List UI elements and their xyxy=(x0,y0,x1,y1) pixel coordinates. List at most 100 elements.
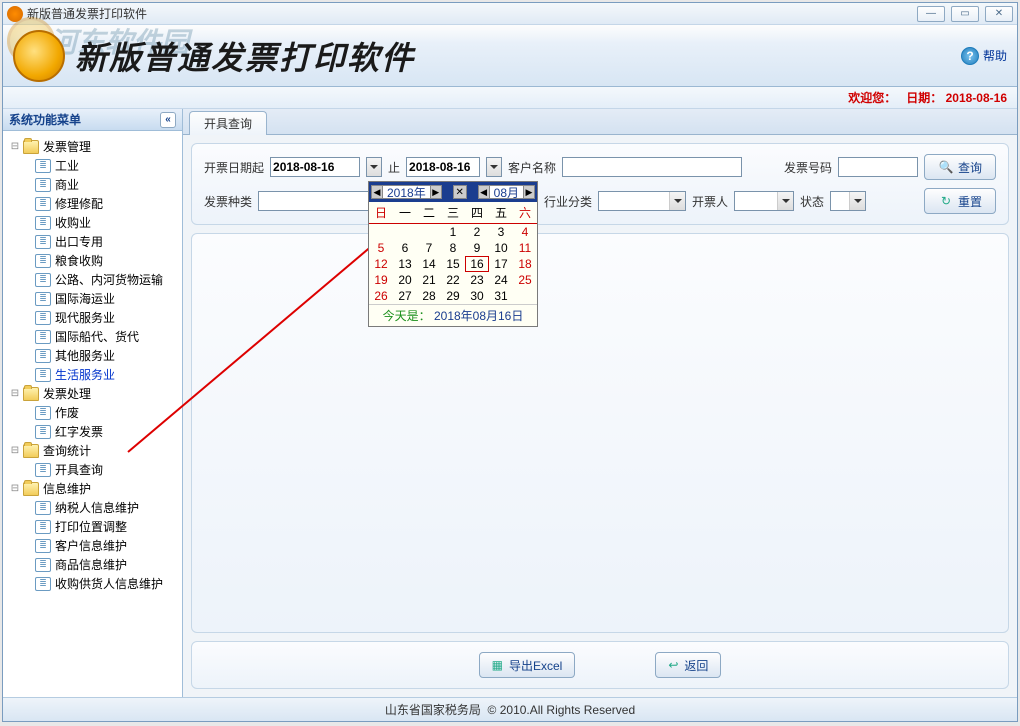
footer-copyright: © 2010.All Rights Reserved xyxy=(488,703,636,717)
tree-item[interactable]: 客户信息维护 xyxy=(7,536,178,555)
maximize-button[interactable]: ▭ xyxy=(951,6,979,22)
calendar-day-cell[interactable]: 31 xyxy=(489,288,513,304)
tree-item[interactable]: 纳税人信息维护 xyxy=(7,498,178,517)
calendar-close-button[interactable]: ✕ xyxy=(453,185,467,199)
calendar-day-cell[interactable]: 7 xyxy=(417,240,441,256)
close-button[interactable]: ✕ xyxy=(985,6,1013,22)
date-to-dropdown-icon[interactable] xyxy=(486,157,502,177)
calendar-day-cell[interactable]: 1 xyxy=(441,224,465,240)
calendar-day-cell[interactable]: 4 xyxy=(513,224,537,240)
app-window: 新版普通发票打印软件 — ▭ ✕ 河东软件园 新版普通发票打印软件 ? 帮助 欢… xyxy=(2,2,1018,722)
calendar-day-cell[interactable]: 17 xyxy=(489,256,513,272)
tree-item[interactable]: 粮食收购 xyxy=(7,251,178,270)
calendar-day-cell[interactable]: 20 xyxy=(393,272,417,288)
help-link[interactable]: ? 帮助 xyxy=(961,47,1007,65)
calendar-day-cell[interactable]: 2 xyxy=(465,224,489,240)
tree-group[interactable]: ⊟信息维护 xyxy=(7,479,178,498)
calendar-day-cell[interactable]: 5 xyxy=(369,240,393,256)
status-label: 状态 xyxy=(800,193,824,210)
tree-item[interactable]: 出口专用 xyxy=(7,232,178,251)
back-button[interactable]: ↩ 返回 xyxy=(655,652,721,678)
calendar-day-cell[interactable]: 22 xyxy=(441,272,465,288)
tree-item[interactable]: 修理修配 xyxy=(7,194,178,213)
calendar-day-cell[interactable]: 14 xyxy=(417,256,441,272)
calendar-day-cell[interactable]: 12 xyxy=(369,256,393,272)
tree-item[interactable]: 商品信息维护 xyxy=(7,555,178,574)
document-icon xyxy=(35,159,51,173)
document-icon xyxy=(35,501,51,515)
calendar-day-cell[interactable]: 23 xyxy=(465,272,489,288)
calendar-day-cell[interactable]: 29 xyxy=(441,288,465,304)
calendar-day-cell[interactable]: 6 xyxy=(393,240,417,256)
document-icon xyxy=(35,178,51,192)
tree-item[interactable]: 公路、内河货物运输 xyxy=(7,270,178,289)
calendar-day-cell[interactable]: 21 xyxy=(417,272,441,288)
tree-item-label: 现代服务业 xyxy=(55,309,115,326)
calendar-prev-year[interactable]: ◀ xyxy=(371,185,383,199)
calendar-day-cell[interactable]: 11 xyxy=(513,240,537,256)
sidebar-collapse-button[interactable]: « xyxy=(160,112,176,128)
calendar-next-month[interactable]: ▶ xyxy=(523,185,535,199)
calendar-day-cell[interactable]: 27 xyxy=(393,288,417,304)
help-icon: ? xyxy=(961,47,979,65)
tree-item[interactable]: 开具查询 xyxy=(7,460,178,479)
export-excel-button[interactable]: ▦ 导出Excel xyxy=(479,652,576,678)
status-select[interactable] xyxy=(830,191,866,211)
tree-group[interactable]: ⊟查询统计 xyxy=(7,441,178,460)
query-button[interactable]: 🔍 查询 xyxy=(924,154,996,180)
tree-group-label: 发票管理 xyxy=(43,138,91,155)
date-to-label: 止 xyxy=(388,159,400,176)
tree-item[interactable]: 收购业 xyxy=(7,213,178,232)
calendar-day-cell[interactable]: 10 xyxy=(489,240,513,256)
calendar-day-cell[interactable]: 18 xyxy=(513,256,537,272)
invoice-no-input[interactable] xyxy=(838,157,918,177)
calendar-day-cell[interactable]: 16 xyxy=(465,256,489,272)
calendar-day-cell[interactable]: 3 xyxy=(489,224,513,240)
tree-item-label: 开具查询 xyxy=(55,461,103,478)
calendar-month-value[interactable]: 08月 xyxy=(490,185,523,199)
tree-item[interactable]: 其他服务业 xyxy=(7,346,178,365)
calendar-day-cell[interactable]: 26 xyxy=(369,288,393,304)
calendar-prev-month[interactable]: ◀ xyxy=(478,185,490,199)
tab-query[interactable]: 开具查询 xyxy=(189,111,267,135)
customer-input[interactable] xyxy=(562,157,742,177)
welcome-prefix: 欢迎您： xyxy=(848,91,896,105)
tree-group[interactable]: ⊟发票处理 xyxy=(7,384,178,403)
expand-icon: ⊟ xyxy=(9,141,21,153)
tree-item[interactable]: 国际船代、货代 xyxy=(7,327,178,346)
tree-item[interactable]: 工业 xyxy=(7,156,178,175)
calendar-day-cell[interactable]: 19 xyxy=(369,272,393,288)
date-from-input[interactable] xyxy=(270,157,360,177)
tree-item[interactable]: 作废 xyxy=(7,403,178,422)
expand-icon: ⊟ xyxy=(9,445,21,457)
calendar-day-cell[interactable]: 9 xyxy=(465,240,489,256)
calendar-day-cell[interactable]: 8 xyxy=(441,240,465,256)
calendar-footer[interactable]: 今天是： 2018年08月16日 xyxy=(369,304,537,326)
calendar-day-cell[interactable]: 15 xyxy=(441,256,465,272)
date-from-dropdown-icon[interactable] xyxy=(366,157,382,177)
results-panel xyxy=(191,233,1009,633)
tree-item[interactable]: 收购供货人信息维护 xyxy=(7,574,178,593)
tree-item[interactable]: 国际海运业 xyxy=(7,289,178,308)
date-to-input[interactable] xyxy=(406,157,480,177)
tree-item[interactable]: 生活服务业 xyxy=(7,365,178,384)
calendar-next-year[interactable]: ▶ xyxy=(430,185,442,199)
reset-icon: ↻ xyxy=(938,193,954,209)
calendar-day-cell[interactable]: 25 xyxy=(513,272,537,288)
calendar-day-cell[interactable]: 13 xyxy=(393,256,417,272)
tree-item[interactable]: 打印位置调整 xyxy=(7,517,178,536)
minimize-button[interactable]: — xyxy=(917,6,945,22)
calendar-day-cell[interactable]: 28 xyxy=(417,288,441,304)
industry-select[interactable] xyxy=(598,191,686,211)
calendar-year-value[interactable]: 2018年 xyxy=(383,185,430,199)
tree-item[interactable]: 现代服务业 xyxy=(7,308,178,327)
tree-item[interactable]: 红字发票 xyxy=(7,422,178,441)
back-label: 返回 xyxy=(684,657,708,674)
reset-button[interactable]: ↻ 重置 xyxy=(924,188,996,214)
issuer-select[interactable] xyxy=(734,191,794,211)
tree-group[interactable]: ⊟ 发票管理 xyxy=(7,137,178,156)
tree-item[interactable]: 商业 xyxy=(7,175,178,194)
document-icon xyxy=(35,235,51,249)
calendar-day-cell[interactable]: 30 xyxy=(465,288,489,304)
calendar-day-cell[interactable]: 24 xyxy=(489,272,513,288)
